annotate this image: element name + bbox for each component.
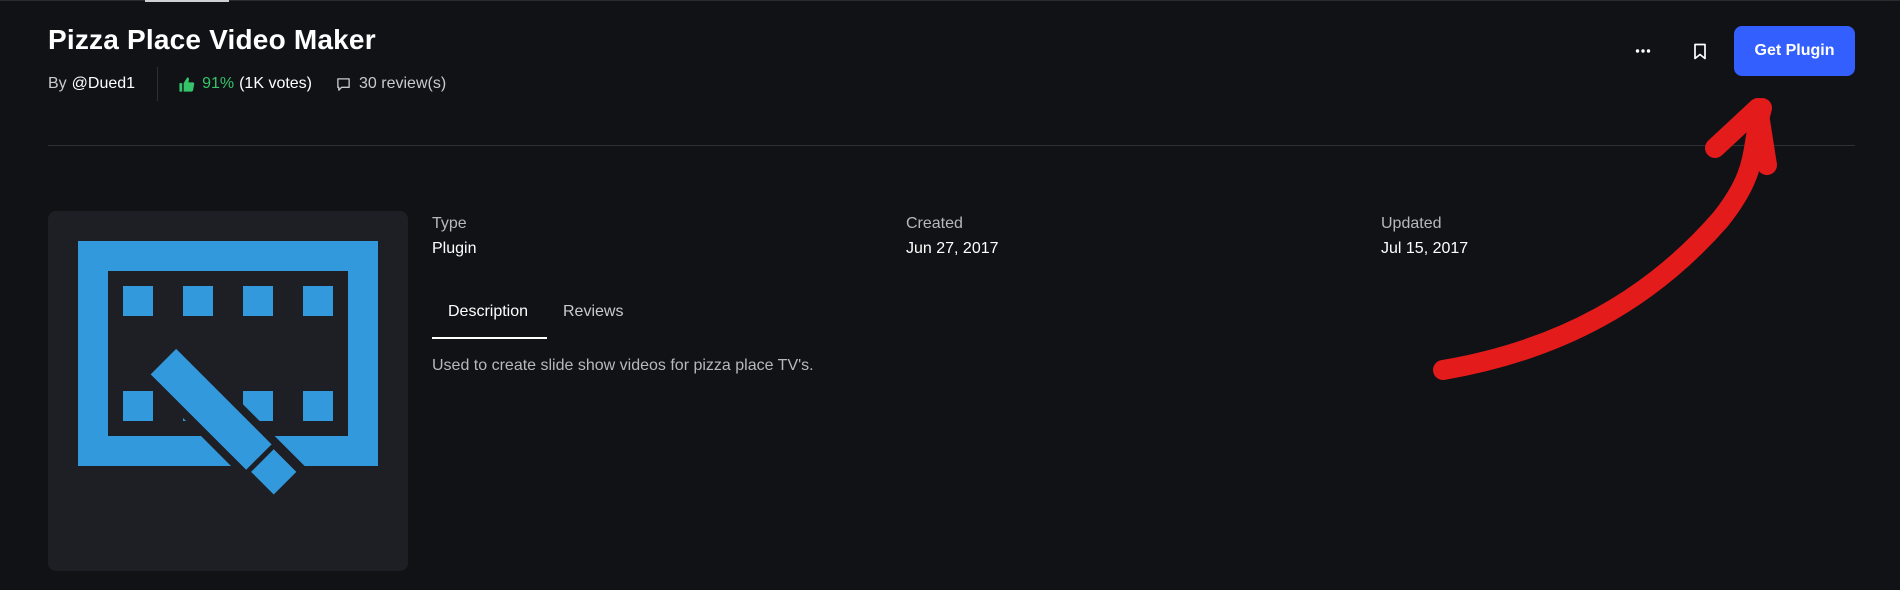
page-title: Pizza Place Video Maker [48,24,376,55]
more-horizontal-icon [1635,49,1651,53]
get-plugin-button[interactable]: Get Plugin [1734,26,1855,76]
tab-description[interactable]: Description [448,303,528,321]
top-tab-indicator [145,0,229,2]
rating-percent: 91% [202,75,235,92]
more-options-button[interactable] [1628,36,1658,66]
film-pencil-icon [78,241,378,509]
by-label: By [48,75,67,92]
top-border [0,0,1900,1]
updated-label: Updated [1381,215,1442,232]
author-link[interactable]: @Dued1 [72,75,135,93]
vote-count: (1K votes) [239,75,313,92]
type-label: Type [432,215,467,232]
review-count-link[interactable]: 30 review(s) [359,75,446,93]
created-label: Created [906,215,963,232]
updated-value: Jul 15, 2017 [1381,240,1469,257]
comment-icon [336,77,351,92]
header-divider [48,145,1855,146]
byline-separator [157,67,159,101]
bookmark-button[interactable] [1685,36,1715,66]
byline: By @Dued1 91% (1K votes) 30 review(s) [48,67,446,101]
bookmark-icon [1694,43,1706,59]
created-value: Jun 27, 2017 [906,240,999,257]
tab-reviews[interactable]: Reviews [563,303,623,321]
thumbs-up-icon [178,76,195,93]
description-text: Used to create slide show videos for piz… [432,357,814,374]
active-tab-indicator [432,337,547,339]
type-value: Plugin [432,240,477,257]
plugin-thumbnail [48,211,408,571]
